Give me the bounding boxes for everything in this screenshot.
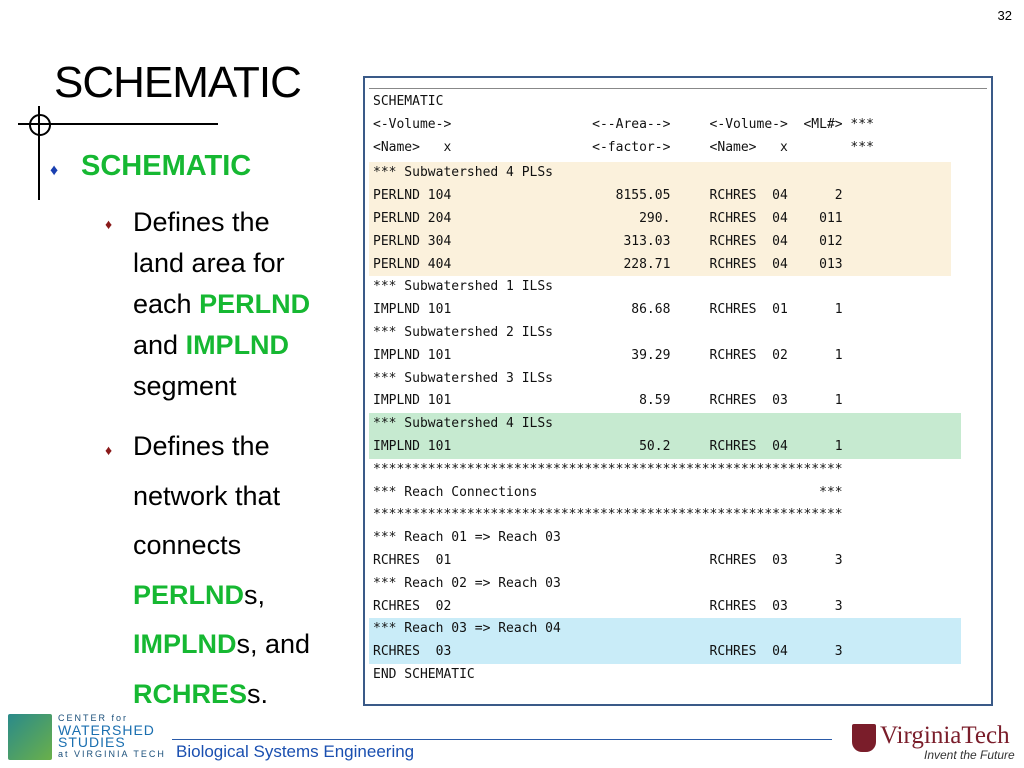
footer-divider [172,739,832,740]
vt-tagline: Invent the Future [924,748,1015,762]
code-line: <-Volume-> <--Area--> <-Volume-> <ML#> *… [373,116,874,132]
bullet-sub-1-text: Defines the land area for each PERLND an… [133,202,310,407]
text-line: segment [133,371,237,401]
code-line: *** Subwatershed 4 ILSs [369,413,961,436]
keyword-implnd: IMPLND [185,330,290,360]
code-line: END SCHEMATIC [373,666,475,682]
code-line: PERLND 204 290. RCHRES 04 011 [369,207,951,231]
text-line: and IMPLND [133,330,290,360]
code-line: SCHEMATIC [373,94,444,109]
bullet-sub-2-text: Defines the network that connects PERLND… [133,422,310,719]
text-line: connects [133,530,242,560]
text-line: IMPLNDs, and [133,629,311,659]
watershed-studies-logo-icon [8,714,52,760]
text-line: PERLNDs, [133,579,266,610]
crosshair-circle [29,114,51,136]
text-line: Defines the [133,207,270,237]
text-line: each PERLND [133,289,311,319]
code-line: PERLND 304 313.03 RCHRES 04 012 [369,230,951,254]
code-line: *** Reach 02 => Reach 03 [373,575,561,591]
code-line: IMPLND 101 50.2 RCHRES 04 1 [369,435,961,459]
code-line: *** Subwatershed 4 PLSs [369,162,951,186]
code-line: *** Subwatershed 2 ILSs [373,324,554,340]
text-line: network that [133,480,281,511]
vt-shield-icon [852,724,876,752]
page-number: 32 [997,8,1012,23]
code-line: ****************************************… [373,461,843,477]
code-line: RCHRES 03 RCHRES 04 3 [369,641,961,664]
diamond-bullet-icon: ♦ [50,162,59,179]
vt-wordmark: VirginiaTech [880,722,1010,749]
code-line: PERLND 104 8155.05 RCHRES 04 2 [369,185,951,208]
code-line: *** Subwatershed 1 ILSs [373,279,554,295]
code-line: *** Reach 03 => Reach 04 [369,618,961,642]
code-line: *** Reach Connections *** [373,484,843,500]
code-line: PERLND 404 228.71 RCHRES 04 013 [369,253,951,277]
code-line: *** Subwatershed 3 ILSs [373,370,554,386]
diamond-bullet-icon: ♦ [105,216,113,232]
code-line: IMPLND 101 86.68 RCHRES 01 1 [373,302,843,318]
keyword-implnd: IMPLND [133,629,237,659]
code-line: IMPLND 101 8.59 RCHRES 03 1 [373,393,843,409]
divider [369,88,987,89]
keyword-rchres: RCHRES [133,678,248,709]
text-line: land area for [133,248,285,278]
watershed-studies-logo-text: CENTER for WATERSHED STUDIES at VIRGINIA… [58,713,166,759]
code-line: RCHRES 02 RCHRES 03 3 [373,598,843,614]
code-line: RCHRES 01 RCHRES 03 3 [373,552,843,568]
diamond-bullet-icon: ♦ [105,442,113,458]
keyword-perlnd: PERLND [133,579,245,610]
code-listing-box: SCHEMATIC <-Volume-> <--Area--> <-Volume… [363,76,993,706]
slide-title: SCHEMATIC [54,58,302,107]
code-line: IMPLND 101 39.29 RCHRES 02 1 [373,347,843,363]
bullet-main-text: SCHEMATIC [81,150,252,182]
code-line: <Name> x <-factor-> <Name> x *** [373,139,874,155]
keyword-perlnd: PERLND [199,289,311,319]
text-line: Defines the [133,431,270,461]
code-line: *** Reach 01 => Reach 03 [373,530,561,546]
footer-department: Biological Systems Engineering [176,742,415,761]
code-line: ****************************************… [373,507,843,523]
